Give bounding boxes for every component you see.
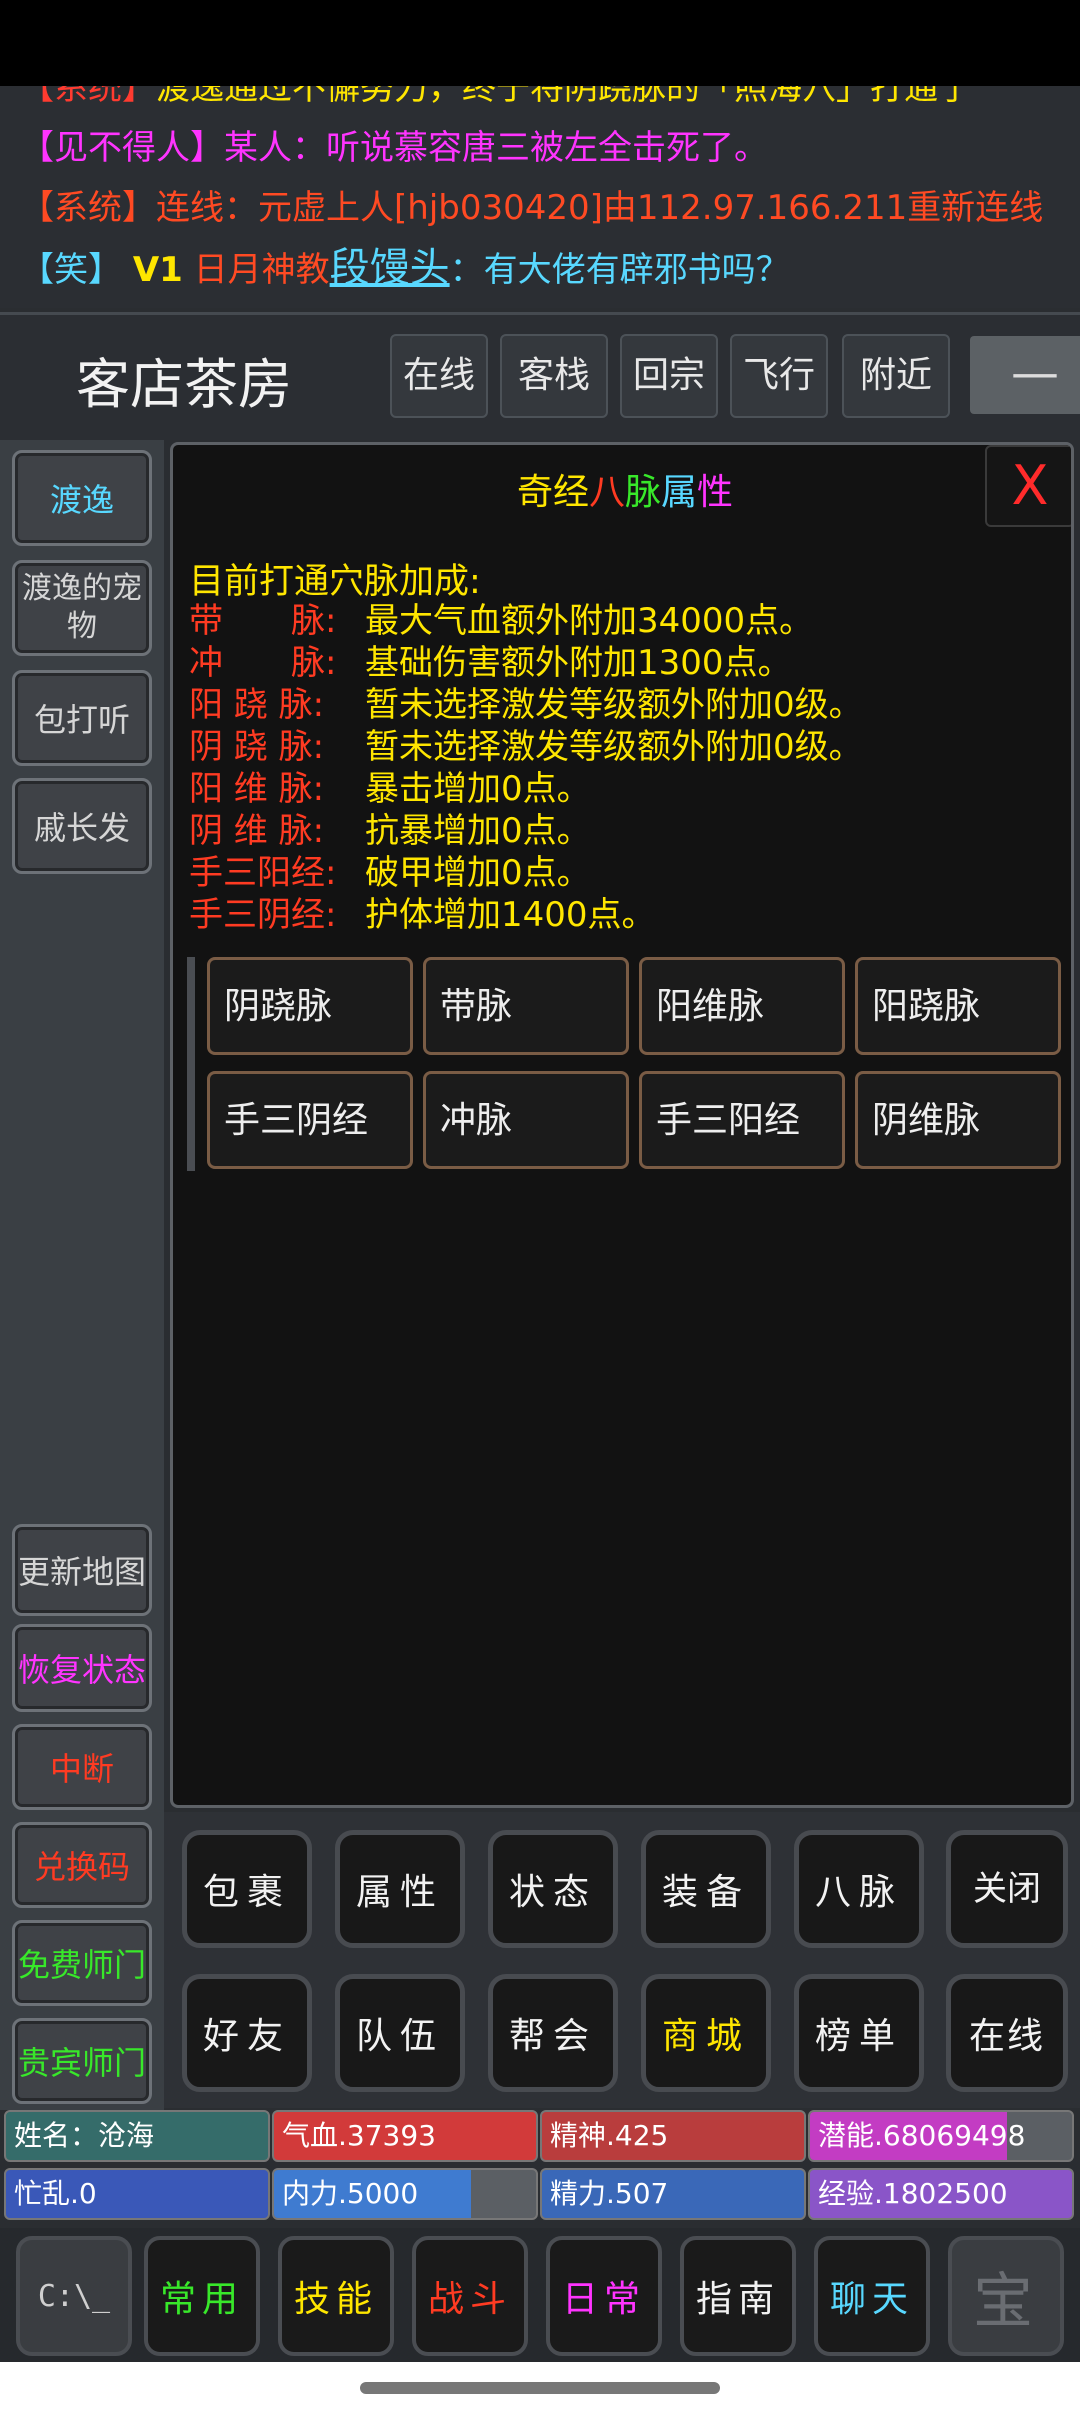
meridian-shousanyin-button[interactable]: 手三阴经	[207, 1071, 413, 1169]
free-mentor-button[interactable]: 免费师门	[12, 1920, 152, 2006]
stat-spirit: 精神.425	[540, 2110, 806, 2162]
chat-line-reconnect: 【系统】连线：元虚上人[hjb030420]由112.97.166.211重新连…	[20, 188, 1044, 228]
meridian-grid-border	[187, 957, 195, 1171]
meridian-yinqiao-button[interactable]: 阴跷脉	[207, 957, 413, 1055]
attributes-button[interactable]: 属性	[335, 1830, 465, 1948]
guild-button[interactable]: 帮会	[488, 1974, 618, 2092]
chat-line-rumor: 【见不得人】某人：听说慕容唐三被左全击死了。	[20, 128, 768, 168]
chat-log[interactable]: 【系统】渡逸通过不懈努力，终于将阴跷脉的「照海穴」打通了 【见不得人】某人：听说…	[0, 86, 1080, 308]
restore-status-button[interactable]: 恢复状态	[12, 1624, 152, 1712]
nav-combat[interactable]: 战斗	[412, 2236, 528, 2356]
console-icon[interactable]: C:\_	[16, 2236, 132, 2356]
chat-line-system: 【系统】渡逸通过不懈努力，终于将阴跷脉的「照海穴」打通了	[20, 86, 972, 108]
sidebar-npc-duyi-pet[interactable]: 渡逸的宠物	[12, 560, 152, 656]
nav-chat[interactable]: 聊天	[814, 2236, 930, 2356]
redeem-code-button[interactable]: 兑换码	[12, 1822, 152, 1908]
shop-button[interactable]: 商城	[641, 1974, 771, 2092]
inventory-button[interactable]: 包裹	[182, 1830, 312, 1948]
location-title: 客店茶房	[76, 353, 292, 416]
nav-guide[interactable]: 指南	[680, 2236, 796, 2356]
close-button[interactable]: 关闭	[946, 1830, 1068, 1948]
treasure-icon[interactable]: 宝	[948, 2236, 1064, 2356]
meridian-yangqiao-button[interactable]: 阳跷脉	[855, 957, 1061, 1055]
stat-potential: 潜能.68069498	[808, 2110, 1074, 2162]
interrupt-button[interactable]: 中断	[12, 1724, 152, 1810]
meridian-yangwei-button[interactable]: 阳维脉	[639, 957, 845, 1055]
nav-daily[interactable]: 日常	[546, 2236, 662, 2356]
meridian-chong-button[interactable]: 冲脉	[423, 1071, 629, 1169]
vip-mentor-button[interactable]: 贵宾师门	[12, 2018, 152, 2104]
stat-neili: 内力.5000	[272, 2168, 538, 2220]
eight-meridians-button[interactable]: 八脉	[794, 1830, 924, 1948]
online-button[interactable]: 在线	[390, 334, 488, 418]
stat-exp: 经验.1802500	[808, 2168, 1074, 2220]
update-map-button[interactable]: 更新地图	[12, 1524, 152, 1616]
bonus-row: 手三阴经: 护体增加1400点。	[189, 895, 656, 935]
meridian-shousanyang-button[interactable]: 手三阳经	[639, 1071, 845, 1169]
equipment-button[interactable]: 装备	[641, 1830, 771, 1948]
meridian-yinwei-button[interactable]: 阴维脉	[855, 1071, 1061, 1169]
sidebar-npc-qichangfa[interactable]: 戚长发	[12, 778, 152, 874]
stat-busy: 忙乱.0	[4, 2168, 270, 2220]
collapse-button[interactable]: —	[970, 336, 1080, 414]
chat-line-laugh: 【笑】 V1 日月神教段馒头：有大佬有辟邪书吗？	[20, 245, 790, 291]
online-list-button[interactable]: 在线	[946, 1974, 1068, 2092]
nav-skills[interactable]: 技能	[278, 2236, 394, 2356]
player-name-link[interactable]: 段馒头	[330, 245, 450, 291]
return-sect-button[interactable]: 回宗	[620, 334, 718, 418]
status-bar	[0, 0, 1080, 96]
inn-button[interactable]: 客栈	[500, 334, 608, 418]
stat-hp: 气血.37393	[272, 2110, 538, 2162]
vip-badge: V1	[132, 250, 183, 290]
meridian-panel: 奇经八脉属性 X 目前打通穴脉加成: 带 脉: 最大气血额外附加34000点。 冲…	[170, 442, 1074, 1808]
leaderboard-button[interactable]: 榜单	[794, 1974, 924, 2092]
gesture-handle[interactable]	[360, 2382, 720, 2394]
nearby-button[interactable]: 附近	[842, 334, 950, 418]
fly-button[interactable]: 飞行	[730, 334, 828, 418]
meridian-dai-button[interactable]: 带脉	[423, 957, 629, 1055]
team-button[interactable]: 队伍	[335, 1974, 465, 2092]
close-panel-button[interactable]: X	[985, 445, 1071, 527]
nav-common[interactable]: 常用	[144, 2236, 260, 2356]
friends-button[interactable]: 好友	[182, 1974, 312, 2092]
stat-name: 姓名：沧海	[4, 2110, 270, 2162]
sidebar-npc-duyi[interactable]: 渡逸	[12, 450, 152, 546]
stat-jingli: 精力.507	[540, 2168, 806, 2220]
sidebar-npc-dating[interactable]: 包打听	[12, 670, 152, 766]
panel-title: 奇经八脉属性	[516, 472, 734, 513]
status-button[interactable]: 状态	[488, 1830, 618, 1948]
